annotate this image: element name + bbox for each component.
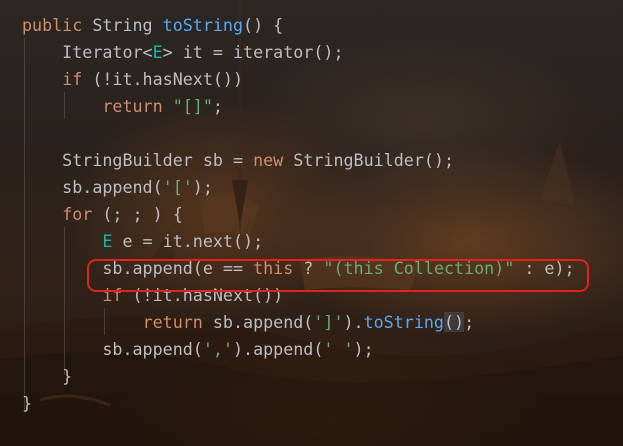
code-token: (); bbox=[443, 312, 475, 332]
code-token: (!it.hasNext()) bbox=[82, 69, 244, 89]
code-token: sb.append( bbox=[22, 339, 203, 359]
code-line[interactable]: sb.append(',').append(' '); bbox=[22, 336, 374, 363]
code-token: StringBuilder(); bbox=[283, 150, 455, 170]
code-token: } bbox=[22, 393, 33, 413]
code-token: () { bbox=[243, 15, 284, 35]
code-line[interactable]: return sb.append(']').toString(); bbox=[22, 309, 474, 336]
code-token: StringBuilder sb = bbox=[22, 150, 254, 170]
code-token: if bbox=[62, 69, 83, 89]
code-line[interactable]: E e = it.next(); bbox=[22, 228, 263, 255]
code-line[interactable]: StringBuilder sb = new StringBuilder(); bbox=[22, 147, 454, 174]
code-token: toString bbox=[162, 15, 244, 35]
code-token: new bbox=[253, 150, 284, 170]
code-token: ); bbox=[353, 339, 374, 359]
code-line[interactable]: for (; ; ) { bbox=[22, 201, 183, 228]
code-token: sb.append( bbox=[202, 312, 314, 332]
code-token: e = it.next(); bbox=[112, 231, 264, 251]
code-token: "[]" bbox=[172, 96, 213, 116]
code-line[interactable]: sb.append('['); bbox=[22, 174, 213, 201]
code-token: ; bbox=[212, 96, 223, 116]
code-token: ']' bbox=[313, 312, 344, 332]
code-token: (; ; ) { bbox=[92, 204, 183, 224]
code-token: return bbox=[102, 96, 163, 116]
code-line[interactable]: public String toString() { bbox=[22, 12, 283, 39]
code-line[interactable]: return "[]"; bbox=[22, 93, 223, 120]
code-token: } bbox=[22, 366, 73, 386]
code-line[interactable]: if (!it.hasNext()) bbox=[22, 66, 243, 93]
code-token: public bbox=[22, 15, 83, 35]
code-line[interactable]: Iterator<E> it = iterator(); bbox=[22, 39, 344, 66]
code-token: return bbox=[142, 312, 203, 332]
code-token: ' ' bbox=[323, 339, 354, 359]
code-token: E bbox=[152, 42, 163, 62]
code-line[interactable]: } bbox=[22, 390, 32, 417]
code-line[interactable]: } bbox=[22, 363, 72, 390]
code-token-tail: ; bbox=[464, 312, 475, 332]
code-token: > it = iterator(); bbox=[162, 42, 344, 62]
code-token: E bbox=[102, 231, 113, 251]
code-token: ',' bbox=[202, 339, 233, 359]
code-token: for bbox=[62, 204, 93, 224]
highlight-annotation-box bbox=[87, 259, 589, 292]
code-token: ); bbox=[192, 177, 213, 197]
code-token: sb.append( bbox=[22, 177, 163, 197]
code-token: Iterator< bbox=[22, 42, 153, 62]
code-token: String bbox=[82, 15, 163, 35]
code-token: ). bbox=[343, 312, 364, 332]
code-editor[interactable]: public String toString() { Iterator<E> i… bbox=[0, 0, 623, 446]
code-token: ).append( bbox=[232, 339, 324, 359]
code-token: '[' bbox=[162, 177, 193, 197]
brace-match-highlight: () bbox=[443, 312, 465, 332]
code-token: toString bbox=[363, 312, 444, 332]
